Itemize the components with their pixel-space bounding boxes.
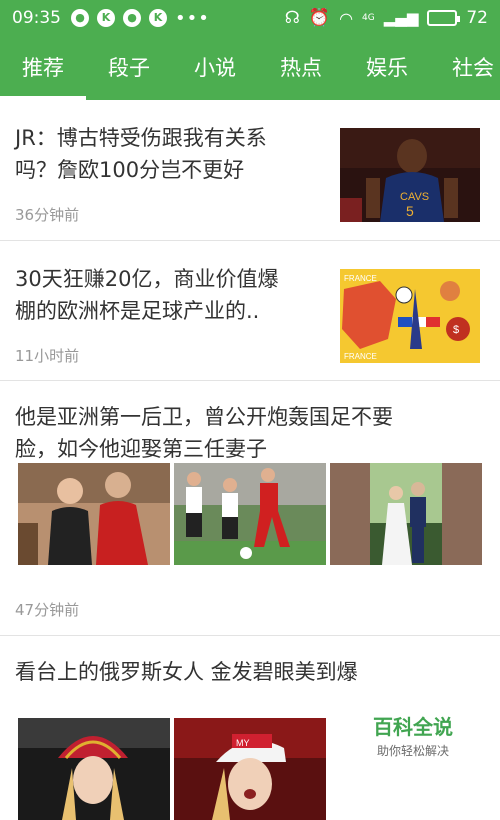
news-image-row: MY <box>18 718 326 820</box>
news-feed: JR：博古特受伤跟我有关系 吗？詹欧100分岂不更好 36分钟前 CAVS 5 … <box>0 100 500 820</box>
status-time: 09:35 <box>12 8 61 28</box>
news-title: 看台上的俄罗斯女人 金发碧眼美到爆 <box>15 660 358 684</box>
news-image <box>18 463 170 565</box>
news-title-line: JR：博古特受伤跟我有关系 <box>15 126 267 150</box>
tab-jokes[interactable]: 段子 <box>86 36 172 100</box>
svg-text:$: $ <box>453 324 459 336</box>
news-item[interactable]: 30天狂赚20亿，商业价值爆 棚的欧洲杯是足球产业的.. 11小时前 FRANC… <box>0 241 500 381</box>
news-time: 47分钟前 <box>15 601 80 619</box>
tab-entertainment[interactable]: 娱乐 <box>344 36 430 100</box>
news-thumbnail: CAVS 5 <box>340 128 480 222</box>
k-icon: K <box>97 9 115 27</box>
news-thumbnail: FRANCE FRANCE $ <box>340 269 480 363</box>
news-time: 11小时前 <box>15 347 80 365</box>
news-item[interactable]: 他是亚洲第一后卫，曾公开炮轰国足不要 脸，如今他迎娶第三任妻子 47分钟前 <box>0 381 500 636</box>
svg-text:CAVS: CAVS <box>400 191 429 203</box>
battery-icon <box>427 10 461 26</box>
news-image <box>174 463 326 565</box>
news-image-row <box>18 463 482 565</box>
news-image: MY <box>174 718 326 820</box>
news-title-line: 他是亚洲第一后卫，曾公开炮轰国足不要 <box>15 405 393 429</box>
news-title: JR：博古特受伤跟我有关系 吗？詹欧100分岂不更好 <box>15 122 267 186</box>
tab-novels[interactable]: 小说 <box>172 36 258 100</box>
more-icon: ••• <box>175 7 210 29</box>
tab-hot[interactable]: 热点 <box>258 36 344 100</box>
network-type: 4G <box>362 13 375 23</box>
news-title: 他是亚洲第一后卫，曾公开炮轰国足不要 脸，如今他迎娶第三任妻子 <box>15 401 393 465</box>
news-title-line: 棚的欧洲杯是足球产业的.. <box>15 299 260 323</box>
k-icon: K <box>149 9 167 27</box>
watermark-subtitle: 助你轻松解决 <box>376 744 449 758</box>
news-image <box>330 463 482 565</box>
headset-icon: ☊ <box>284 8 300 28</box>
tab-recommend[interactable]: 推荐 <box>0 36 86 100</box>
signal-icon: ▂▄▆ <box>383 9 419 27</box>
news-title-line: 吗？詹欧100分岂不更好 <box>15 158 245 182</box>
news-item[interactable]: JR：博古特受伤跟我有关系 吗？詹欧100分岂不更好 36分钟前 CAVS 5 <box>0 100 500 241</box>
news-image <box>18 718 170 820</box>
chat-icon: ● <box>71 9 89 27</box>
news-title-line: 脸，如今他迎娶第三任妻子 <box>15 437 267 461</box>
alarm-icon: ⏰ <box>308 8 331 28</box>
status-bar: 09:35 ● K ● K ••• ☊ ⏰ ◠ 4G ▂▄▆ 72 <box>0 0 500 36</box>
news-title: 30天狂赚20亿，商业价值爆 棚的欧洲杯是足球产业的.. <box>15 263 278 327</box>
wifi-icon: ◠ <box>339 8 354 28</box>
thumb-label: FRANCE <box>344 274 377 283</box>
message-icon: ● <box>123 9 141 27</box>
category-tabs: 推荐 段子 小说 热点 娱乐 社会 <box>0 36 500 100</box>
watermark-title: 百科全说 <box>373 715 453 739</box>
battery-level: 72 <box>466 8 488 28</box>
tab-society[interactable]: 社会 <box>430 36 500 100</box>
svg-text:5: 5 <box>406 203 414 219</box>
thumb-label: FRANCE <box>344 352 377 361</box>
watermark-logo: 百科全说 助你轻松解决 <box>350 705 476 763</box>
svg-text:MY: MY <box>236 738 250 748</box>
news-title-line: 30天狂赚20亿，商业价值爆 <box>15 267 279 291</box>
news-time: 36分钟前 <box>15 206 80 224</box>
